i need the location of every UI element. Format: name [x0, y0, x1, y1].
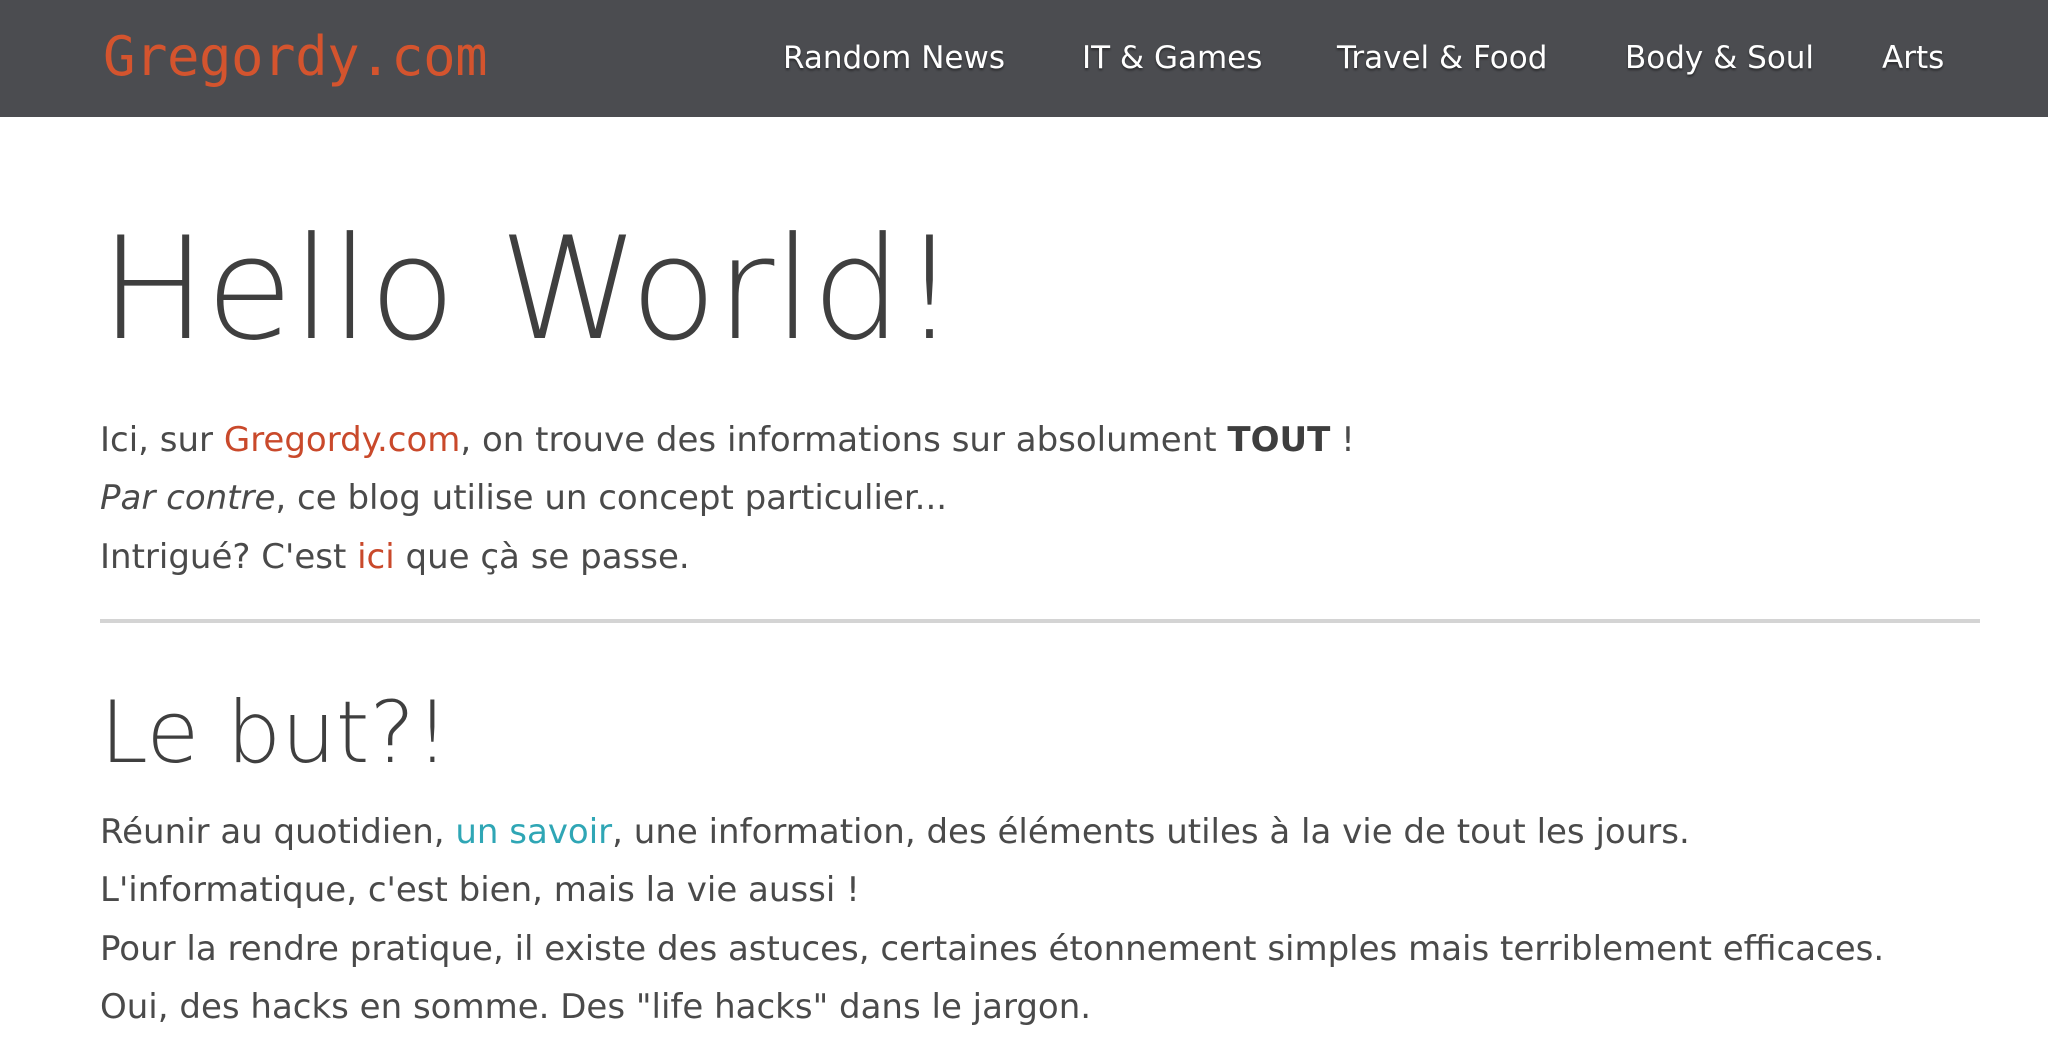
section-divider — [100, 619, 1980, 623]
page-title: Hello World! — [100, 207, 958, 372]
intro-line-2-rest: , ce blog utilise un concept particulier… — [275, 478, 948, 518]
top-navbar: Gregordy.com Random News IT & Games Trav… — [0, 0, 2048, 117]
nav-it-games[interactable]: IT & Games — [1082, 30, 1262, 86]
nav-travel-food[interactable]: Travel & Food — [1337, 30, 1547, 86]
section-line-3: Pour la rendre pratique, il existe des a… — [100, 929, 1885, 969]
site-logo[interactable]: Gregordy.com — [103, 24, 488, 90]
intro-line-3: Intrigué? C'est ici que çà se passe. — [100, 528, 690, 586]
intro-line-3-post: que çà se passe. — [394, 537, 690, 577]
gregordy-link[interactable]: Gregordy.com — [224, 420, 461, 460]
section-title: Le but?! — [100, 683, 450, 783]
intro-line-2-italic: Par contre — [100, 478, 276, 518]
intro-line-1-bold: TOUT — [1227, 420, 1331, 460]
ici-link[interactable]: ici — [357, 537, 395, 577]
un-savoir-link[interactable]: un savoir — [455, 812, 612, 852]
nav-body-soul[interactable]: Body & Soul — [1625, 30, 1814, 86]
intro-line-1-pre: Ici, sur — [100, 420, 224, 460]
intro-line-1-mid: , on trouve des informations sur absolum… — [460, 420, 1228, 460]
intro-line-3-pre: Intrigué? C'est — [100, 537, 358, 577]
section-line-1-post: , une information, des éléments utiles à… — [612, 812, 1690, 852]
intro-line-2: Par contre, ce blog utilise un concept p… — [100, 469, 947, 527]
section-line-1: Réunir au quotidien, un savoir, une info… — [100, 803, 1690, 861]
section-line-1-pre: Réunir au quotidien, — [100, 812, 456, 852]
nav-random-news[interactable]: Random News — [783, 30, 1005, 86]
intro-line-1-post: ! — [1330, 420, 1355, 460]
intro-line-1: Ici, sur Gregordy.com, on trouve des inf… — [100, 411, 1355, 469]
section-line-4: Oui, des hacks en somme. Des "life hacks… — [100, 987, 1092, 1027]
nav-arts[interactable]: Arts — [1882, 30, 1944, 86]
section-line-2: L'informatique, c'est bien, mais la vie … — [100, 870, 860, 910]
